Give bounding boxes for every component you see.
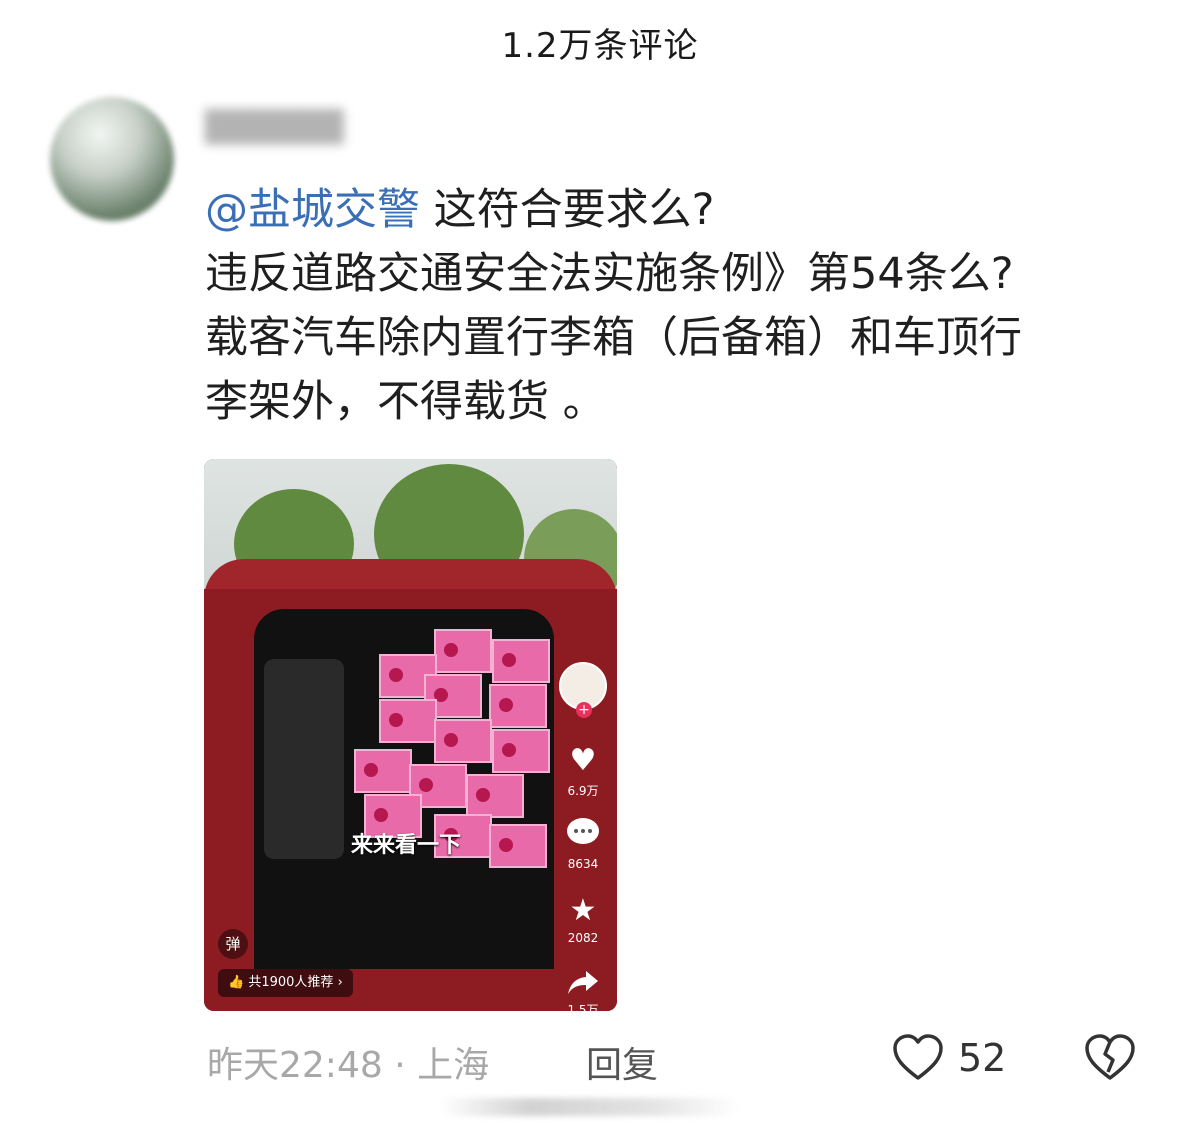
comment-icon[interactable] bbox=[563, 817, 603, 855]
like-count: 52 bbox=[958, 1036, 1007, 1080]
watermark-blur bbox=[440, 1098, 740, 1116]
comments-count-title: 1.2万条评论 bbox=[501, 26, 699, 66]
cargo-box bbox=[492, 729, 550, 773]
comment-line-4: 李架外，不得载货 。 bbox=[205, 377, 606, 427]
comment-text: @盐城交警 这符合要求么? 违反道路交通安全法实施条例》第54条么? 载客汽车除… bbox=[205, 178, 1155, 434]
comment-line-3: 载客汽车除内置行李箱（后备箱）和车顶行 bbox=[205, 313, 1022, 363]
car-seat bbox=[264, 659, 344, 859]
creator-avatar-follow[interactable] bbox=[559, 662, 607, 718]
comment-location: 上海 bbox=[417, 1045, 490, 1086]
reply-button[interactable]: 回复 bbox=[586, 1036, 658, 1088]
video-caption: 来来看一下 bbox=[351, 833, 462, 858]
video-like-count: 6.9万 bbox=[567, 784, 599, 798]
recommend-text: 共1900人推荐 bbox=[248, 975, 334, 990]
heart-icon[interactable] bbox=[890, 1030, 946, 1086]
comment-meta: 昨天22:48 · 上海 bbox=[207, 1036, 489, 1088]
cargo-box bbox=[354, 749, 412, 793]
video-share-count: 1.5万 bbox=[567, 1003, 599, 1011]
recommend-badge[interactable]: 👍 共1900人推荐 › bbox=[218, 969, 353, 997]
danmaku-toggle[interactable]: 弹 bbox=[218, 929, 248, 959]
comment-line-2: 违反道路交通安全法实施条例》第54条么? bbox=[205, 249, 1014, 299]
cargo-box bbox=[379, 699, 437, 743]
chevron-right-icon: › bbox=[337, 975, 343, 990]
share-icon[interactable] bbox=[563, 967, 603, 1005]
cargo-box bbox=[434, 719, 492, 763]
comment-line-1-text: 这符合要求么? bbox=[420, 185, 715, 235]
cargo-box bbox=[492, 639, 550, 683]
meta-separator: · bbox=[394, 1045, 406, 1086]
thumbs-up-icon: 👍 bbox=[228, 975, 245, 990]
username-blurred[interactable]: ██████ bbox=[205, 110, 343, 145]
embedded-video-thumbnail[interactable]: 来来看一下 ♥ 6.9万 8634 ★ 2082 1.5万 弹 👍 共1900人… bbox=[204, 459, 617, 1011]
cargo-box bbox=[434, 629, 492, 673]
mention-link[interactable]: @盐城交警 bbox=[205, 185, 420, 235]
comment-time: 昨天22:48 bbox=[207, 1045, 383, 1086]
video-favorite-count: 2082 bbox=[567, 931, 599, 945]
cargo-box bbox=[466, 774, 524, 818]
video-comment-count: 8634 bbox=[567, 857, 599, 871]
cargo-box bbox=[489, 684, 547, 728]
broken-heart-icon[interactable] bbox=[1082, 1030, 1138, 1086]
star-icon[interactable]: ★ bbox=[563, 894, 603, 928]
cargo-box bbox=[489, 824, 547, 868]
comment-line-1: @盐城交警 这符合要求么? bbox=[205, 178, 1155, 242]
heart-icon[interactable]: ♥ bbox=[563, 744, 603, 778]
user-avatar[interactable] bbox=[50, 97, 174, 221]
